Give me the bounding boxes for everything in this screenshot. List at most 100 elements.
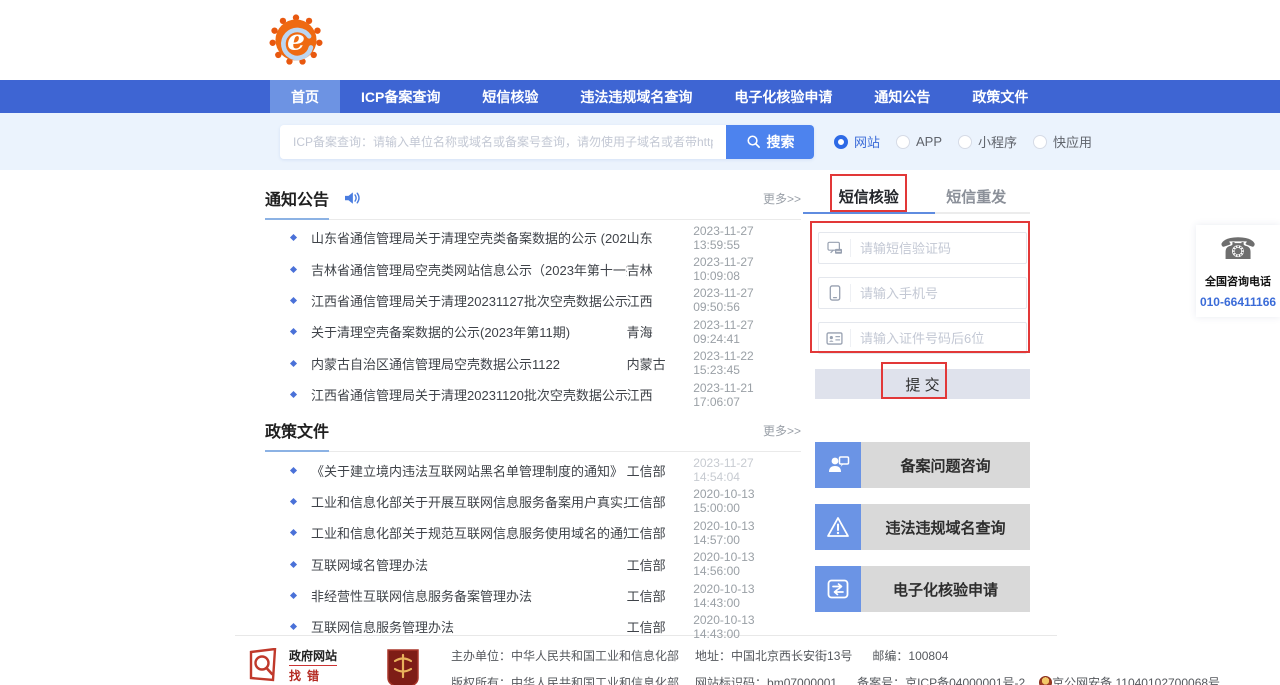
policy-time: 2020-10-13 14:56:00 <box>693 550 801 578</box>
policy-title: 非经营性互联网信息服务备案管理办法 <box>311 586 627 605</box>
telephone-icon: ☎ <box>1198 235 1278 265</box>
bullet-icon <box>290 360 297 367</box>
nav-item-icp-query[interactable]: ICP备案查询 <box>340 80 461 113</box>
radio-website[interactable]: 网站 <box>834 132 880 151</box>
nav-item-policies[interactable]: 政策文件 <box>951 80 1049 113</box>
notice-row[interactable]: 吉林省通信管理局空壳类网站信息公示（2023年第十一批） 吉林 2023-11-… <box>265 253 801 284</box>
notice-time: 2023-11-27 09:24:41 <box>693 318 801 346</box>
policy-time: 2020-10-13 14:43:00 <box>693 582 801 610</box>
policy-row[interactable]: 互联网域名管理办法 工信部 2020-10-13 14:56:00 <box>265 549 801 580</box>
sms-code-field-wrap <box>818 232 1027 264</box>
bullet-icon <box>290 592 297 599</box>
transfer-arrows-icon <box>815 566 861 612</box>
radio-dot <box>958 135 972 149</box>
notices-more-link[interactable]: 更多>> <box>763 190 801 207</box>
policy-row[interactable]: 工业和信息化部关于规范互联网信息服务使用域名的通知 工信部 2020-10-13… <box>265 517 801 548</box>
nav-item-notices[interactable]: 通知公告 <box>853 80 951 113</box>
nav-item-sms-verify[interactable]: 短信核验 <box>461 80 559 113</box>
page-header: e 工业和信息化部政务服务平台 ICP/IP地址/域名信息备案管理系统 <box>0 0 1280 80</box>
notice-region: 青海 <box>627 322 694 341</box>
phone-number-input[interactable] <box>851 286 1026 301</box>
bullet-icon <box>290 391 297 398</box>
notice-time: 2023-11-21 17:06:07 <box>693 381 801 409</box>
hotline-card: ☎ 全国咨询电话 010-66411166 <box>1196 225 1280 317</box>
bullet-icon <box>290 623 297 630</box>
quick-link-consult[interactable]: 备案问题咨询 <box>815 442 1030 488</box>
policy-row[interactable]: 《关于建立境内违法互联网站黑名单管理制度的通知》 （工信部联 工信部 2023-… <box>265 454 801 485</box>
policy-source: 工信部 <box>627 555 694 574</box>
policy-row[interactable]: 互联网信息服务管理办法 工信部 2020-10-13 14:43:00 <box>265 611 801 642</box>
gov-emblem-icon <box>385 647 421 685</box>
footer-organizer: 主办单位：中华人民共和国工业和信息化部 <box>451 647 679 664</box>
quick-link-label: 违法违规域名查询 <box>861 504 1030 550</box>
find-error-text1: 政府网站 <box>289 649 337 666</box>
policy-source: 工信部 <box>627 523 694 542</box>
quick-link-label: 电子化核验申请 <box>861 566 1030 612</box>
hotline-label: 全国咨询电话 <box>1198 273 1278 289</box>
search-button[interactable]: 搜索 <box>726 125 814 159</box>
quick-link-illegal-domain[interactable]: 违法违规域名查询 <box>815 504 1030 550</box>
notice-title: 关于清理空壳备案数据的公示(2023年第11期) <box>311 322 627 341</box>
id-last6-input[interactable] <box>851 331 1026 346</box>
radio-app[interactable]: APP <box>896 134 942 149</box>
notice-title: 江西省通信管理局关于清理20231120批次空壳数据公示 <box>311 385 627 404</box>
id-card-icon <box>819 329 851 347</box>
main-content: 通知公告 更多>> 山东省通信管理局关于清理空壳类备案数据的公示 (202340… <box>0 170 1280 635</box>
warning-triangle-icon <box>815 504 861 550</box>
find-error-text2: 找错 <box>289 667 337 684</box>
footer-police-number[interactable]: 京公网安备 11040102700068号 <box>1052 674 1220 685</box>
gov-site-find-error-logo[interactable]: 政府网站 找错 <box>249 647 337 684</box>
footer-postcode: 邮编：100804 <box>872 647 948 664</box>
notice-row[interactable]: 山东省通信管理局关于清理空壳类备案数据的公示 (202340批次) 山东 202… <box>265 222 801 253</box>
search-button-label: 搜索 <box>767 132 795 152</box>
policy-time: 2020-10-13 15:00:00 <box>693 487 801 515</box>
nav-item-home[interactable]: 首页 <box>270 80 340 113</box>
radio-label: 快应用 <box>1053 132 1092 151</box>
nav-item-illegal-domain[interactable]: 违法违规域名查询 <box>559 80 713 113</box>
policy-row[interactable]: 工业和信息化部关于开展互联网信息服务备案用户真实身份信息电 工信部 2020-1… <box>265 486 801 517</box>
policy-source: 工信部 <box>627 586 694 605</box>
policies-more-link[interactable]: 更多>> <box>763 422 801 439</box>
id-field-wrap <box>818 322 1027 354</box>
bullet-icon <box>290 266 297 273</box>
bullet-icon <box>290 328 297 335</box>
police-badge-icon <box>1039 676 1052 685</box>
notice-region: 山东 <box>627 228 694 247</box>
quick-link-label: 备案问题咨询 <box>861 442 1030 488</box>
footer-text: 主办单位：中华人民共和国工业和信息化部 地址：中国北京西长安街13号 邮编：10… <box>451 647 1220 685</box>
policy-title: 工业和信息化部关于开展互联网信息服务备案用户真实身份信息电 <box>311 492 627 511</box>
tab-sms-verify[interactable]: 短信核验 <box>815 186 923 212</box>
sms-panel: 短信核验 短信重发 <box>815 186 1030 399</box>
radio-quickapp[interactable]: 快应用 <box>1033 132 1092 151</box>
radio-miniprogram[interactable]: 小程序 <box>958 132 1017 151</box>
notice-row[interactable]: 江西省通信管理局关于清理20231120批次空壳数据公示 江西 2023-11-… <box>265 379 801 410</box>
policies-section: 政策文件 更多>> 《关于建立境内违法互联网站黑名单管理制度的通知》 （工信部联… <box>265 418 801 642</box>
notice-row[interactable]: 关于清理空壳备案数据的公示(2023年第11期) 青海 2023-11-27 0… <box>265 316 801 347</box>
bullet-icon <box>290 529 297 536</box>
system-title: ICP/IP地址/域名信息备案管理系统 <box>338 32 751 69</box>
policy-source: 工信部 <box>627 617 694 636</box>
notice-region: 江西 <box>627 385 694 404</box>
radio-dot <box>1033 135 1047 149</box>
find-error-magnifier-icon <box>249 648 283 684</box>
consult-person-icon <box>815 442 861 488</box>
policy-row[interactable]: 非经营性互联网信息服务备案管理办法 工信部 2020-10-13 14:43:0… <box>265 580 801 611</box>
footer-icp-number[interactable]: 备案号：京ICP备04000001号-2 <box>857 674 1025 685</box>
notice-title: 江西省通信管理局关于清理20231127批次空壳数据公示 <box>311 291 627 310</box>
notice-title: 吉林省通信管理局空壳类网站信息公示（2023年第十一批） <box>311 260 627 279</box>
hotline-number[interactable]: 010-66411166 <box>1198 295 1278 309</box>
quick-link-e-verify[interactable]: 电子化核验申请 <box>815 566 1030 612</box>
policies-title: 政策文件 <box>265 418 329 442</box>
notice-time: 2023-11-22 15:23:45 <box>693 349 801 377</box>
bullet-icon <box>290 297 297 304</box>
submit-button[interactable]: 提 交 <box>815 369 1030 399</box>
nav-item-e-verify[interactable]: 电子化核验申请 <box>713 80 853 113</box>
tab-sms-resend[interactable]: 短信重发 <box>923 186 1031 212</box>
icp-search-input[interactable] <box>280 125 726 159</box>
notice-row[interactable]: 江西省通信管理局关于清理20231127批次空壳数据公示 江西 2023-11-… <box>265 285 801 316</box>
notice-row[interactable]: 内蒙古自治区通信管理局空壳数据公示1122 内蒙古 2023-11-22 15:… <box>265 348 801 379</box>
policy-source: 工信部 <box>627 461 694 480</box>
phone-icon <box>819 284 851 302</box>
sms-code-input[interactable] <box>851 241 1026 256</box>
notice-title: 内蒙古自治区通信管理局空壳数据公示1122 <box>311 354 627 373</box>
